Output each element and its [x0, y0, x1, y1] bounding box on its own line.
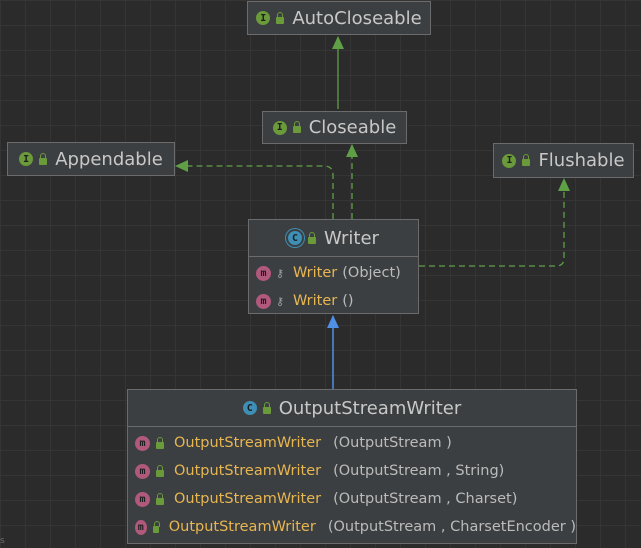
method-name: Writer	[293, 293, 338, 309]
methods-list: m OutputStreamWriter (OutputStream ) m O…	[128, 426, 576, 541]
method-params: (OutputStream )	[333, 435, 452, 451]
node-title: Appendable	[55, 148, 163, 170]
node-title: Writer	[324, 227, 379, 249]
class-icon: C	[242, 401, 257, 415]
public-lock-icon	[308, 231, 317, 244]
node-title: AutoCloseable	[292, 7, 422, 29]
public-lock-icon	[156, 436, 164, 449]
method-name: OutputStreamWriter	[174, 463, 322, 479]
public-lock-icon	[156, 464, 164, 477]
public-lock-icon	[39, 152, 48, 165]
method-row[interactable]: m ⚷ Writer ()	[249, 287, 418, 315]
public-lock-icon	[262, 401, 271, 414]
node-closeable[interactable]: I Closeable	[262, 111, 407, 144]
edge-writer-implements-appendable	[175, 160, 334, 219]
method-icon: m	[256, 293, 271, 309]
methods-list: m ⚷ Writer (Object) m ⚷ Writer ()	[249, 256, 418, 315]
public-lock-icon	[156, 492, 164, 505]
method-params: (OutputStream , Charset)	[333, 491, 518, 507]
node-flushable[interactable]: I Flushable	[493, 143, 634, 178]
abstract-class-icon: C	[288, 231, 303, 245]
node-writer[interactable]: C Writer m ⚷ Writer (Object) m ⚷ Writer …	[248, 219, 419, 314]
method-params: (OutputStream , String)	[333, 463, 505, 479]
method-icon: m	[135, 491, 150, 507]
corner-mark: s	[0, 536, 5, 546]
method-params: ()	[342, 293, 354, 309]
method-icon: m	[135, 463, 150, 479]
method-icon: m	[135, 519, 147, 535]
public-lock-icon	[292, 121, 301, 133]
interface-icon: I	[502, 153, 517, 168]
interface-icon: I	[19, 152, 34, 166]
public-lock-icon	[152, 520, 160, 533]
node-autocloseable[interactable]: I AutoCloseable	[247, 1, 431, 35]
interface-icon: I	[256, 11, 271, 25]
method-row[interactable]: m OutputStreamWriter (OutputStream )	[128, 429, 576, 457]
method-icon: m	[135, 435, 150, 451]
method-row[interactable]: m OutputStreamWriter (OutputStream , Str…	[128, 457, 576, 485]
node-appendable[interactable]: I Appendable	[7, 142, 175, 176]
public-lock-icon	[522, 154, 531, 166]
protected-key-icon: ⚷	[275, 294, 285, 308]
public-lock-icon	[276, 11, 285, 24]
method-params: (OutputStream , CharsetEncoder )	[327, 519, 576, 535]
node-outputstreamwriter[interactable]: C OutputStreamWriter m OutputStreamWrite…	[127, 389, 577, 544]
method-row[interactable]: m OutputStreamWriter (OutputStream , Cha…	[128, 485, 576, 513]
method-name: OutputStreamWriter	[174, 435, 322, 451]
node-title: Closeable	[308, 117, 397, 138]
method-icon: m	[256, 265, 271, 281]
edge-writer-implements-flushable	[419, 178, 570, 267]
node-title: Flushable	[538, 150, 625, 171]
interface-icon: I	[272, 120, 287, 135]
node-title: OutputStreamWriter	[278, 397, 462, 419]
method-name: OutputStreamWriter	[174, 491, 322, 507]
method-name: OutputStreamWriter	[168, 519, 316, 535]
method-name: Writer	[293, 265, 338, 281]
method-params: (Object)	[342, 265, 401, 281]
method-row[interactable]: m ⚷ Writer (Object)	[249, 259, 418, 287]
protected-key-icon: ⚷	[275, 266, 285, 280]
method-row[interactable]: m OutputStreamWriter (OutputStream , Cha…	[128, 513, 576, 541]
